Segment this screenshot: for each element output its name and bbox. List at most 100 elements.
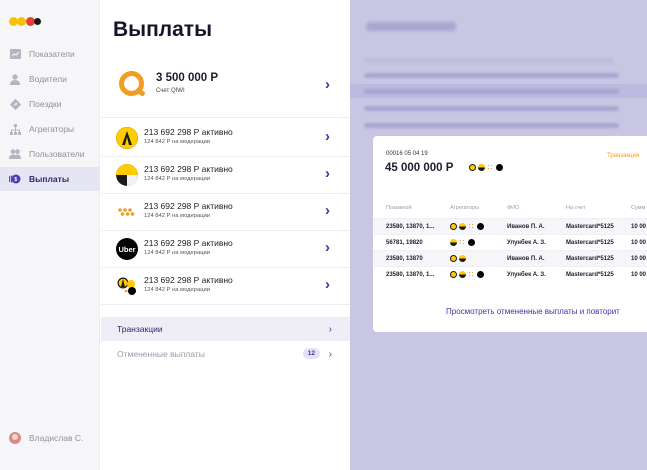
avatar xyxy=(9,432,21,444)
aggregator-amount: 213 692 298 Р активно xyxy=(144,275,233,285)
chevron-right-icon: › xyxy=(325,202,330,219)
payout-detail-card: 00016 05 04 19 45 000 000 Р Транзакция П… xyxy=(373,136,647,332)
uber-mini-icon xyxy=(468,239,475,246)
view-cancelled-payouts-link[interactable]: Просмотреть отмененные выплаты и повтори… xyxy=(446,307,620,316)
yandex-mini-icon xyxy=(450,255,457,262)
cell-aggregators xyxy=(450,239,477,246)
uber-mini-icon xyxy=(477,271,484,278)
transactions-section[interactable]: Транзакции › xyxy=(101,317,350,341)
sidebar-item-users[interactable]: Пользователи xyxy=(0,142,100,166)
cell-aggregators xyxy=(450,255,468,262)
chevron-right-icon: › xyxy=(328,348,332,360)
citymobil-logo-icon xyxy=(116,164,138,186)
cell-callsign: 23580, 13870 xyxy=(386,256,423,262)
blurred-row xyxy=(364,106,619,111)
aggregator-moderation: 124 842 Р на модерации xyxy=(144,287,211,293)
sidebar-item-label: Агрегаторы xyxy=(29,124,75,134)
blurred-row xyxy=(364,73,619,78)
cell-callsign: 23580, 13870, 1... xyxy=(386,272,435,278)
citymobil-mini-icon xyxy=(450,239,457,246)
divider xyxy=(101,304,350,305)
cell-account: Mastercard*5125 xyxy=(566,240,614,246)
cell-sum: 10 00 xyxy=(631,224,647,230)
column-header: Позывной xyxy=(386,205,412,211)
yandex-mini-icon xyxy=(469,164,476,171)
column-header: Сумм xyxy=(631,205,646,211)
aggregator-moderation: 124 842 Р на модерации xyxy=(144,213,211,219)
cell-name: Улунбек А. З. xyxy=(507,272,546,278)
uber-logo-icon: Uber xyxy=(116,238,138,260)
cancelled-payouts-label: Отмененные выплаты xyxy=(117,349,205,359)
didi-mini-icon xyxy=(468,271,475,278)
citymobil-mini-icon xyxy=(459,255,466,262)
chevron-right-icon: › xyxy=(325,165,330,182)
aggregator-amount: 213 692 298 Р активно xyxy=(144,238,233,248)
cell-name: Иванов П. А. xyxy=(507,224,545,230)
cell-name: Улунбек А. З. xyxy=(507,240,546,246)
table-row[interactable]: 23580, 13870, 1... Улунбек А. З. Masterc… xyxy=(373,266,647,282)
users-icon xyxy=(9,148,21,160)
citymobil-mini-icon xyxy=(478,164,485,171)
didi-mini-icon xyxy=(487,164,494,171)
cell-sum: 10 00 xyxy=(631,240,647,246)
multi-aggregator-logo-icon xyxy=(116,275,138,297)
aggregator-row-didi[interactable]: 213 692 298 Р активно 124 842 Р на модер… xyxy=(101,193,350,230)
transactions-label: Транзакции xyxy=(117,324,163,334)
aggregator-row-uber[interactable]: Uber 213 692 298 Р активно 124 842 Р на … xyxy=(101,230,350,267)
cell-name: Иванов П. А. xyxy=(507,256,545,262)
user-name: Владислав С. xyxy=(29,433,84,443)
sidebar-item-payouts[interactable]: $ Выплаты xyxy=(0,167,100,191)
didi-mini-icon xyxy=(468,223,475,230)
aggregator-amount: 213 692 298 Р активно xyxy=(144,164,233,174)
yandex-mini-icon xyxy=(450,271,457,278)
aggregator-row-yandex[interactable]: 213 692 298 Р активно 124 842 Р на модер… xyxy=(101,119,350,156)
chart-icon xyxy=(9,48,21,60)
qiwi-account-label: Счет QIWI xyxy=(156,88,185,94)
cancelled-payouts-section[interactable]: Отмененные выплаты 12 › xyxy=(101,342,350,366)
sidebar-item-label: Выплаты xyxy=(29,174,70,184)
column-header: На счет xyxy=(566,205,586,211)
didi-mini-icon xyxy=(459,239,466,246)
sidebar-item-label: Показатели xyxy=(29,49,75,59)
cancelled-count-badge: 12 xyxy=(302,348,320,359)
table-row[interactable]: 23580, 13870, 1... Иванов П. А. Masterca… xyxy=(373,218,647,234)
payout-amount: 45 000 000 Р xyxy=(385,162,454,174)
citymobil-mini-icon xyxy=(459,271,466,278)
svg-text:$: $ xyxy=(14,177,17,183)
page-title: Выплаты xyxy=(113,18,213,41)
sidebar-item-label: Пользователи xyxy=(29,149,85,159)
aggregator-moderation: 124 842 Р на модерации xyxy=(144,250,211,256)
table-row[interactable]: 56781, 19820 Улунбек А. З. Mastercard*51… xyxy=(373,234,647,250)
cell-account: Mastercard*5125 xyxy=(566,272,614,278)
cell-callsign: 23580, 13870, 1... xyxy=(386,224,435,230)
aggregator-row-citymobil[interactable]: 213 692 298 Р активно 124 842 Р на модер… xyxy=(101,156,350,193)
brand-logo xyxy=(9,15,45,27)
citymobil-mini-icon xyxy=(459,223,466,230)
sidebar: Показатели Водители Поездки Агрегаторы П… xyxy=(0,0,100,470)
current-user[interactable]: Владислав С. xyxy=(9,432,83,444)
cell-aggregators xyxy=(450,271,486,278)
payout-aggregator-icons xyxy=(469,164,505,171)
blurred-row xyxy=(364,123,619,128)
aggregator-row-multi[interactable]: 213 692 298 Р активно 124 842 Р на модер… xyxy=(101,267,350,304)
chevron-right-icon: › xyxy=(325,239,330,256)
didi-logo-icon xyxy=(116,201,138,223)
column-header: ФИО xyxy=(507,205,520,211)
table-row[interactable]: 23580, 13870 Иванов П. А. Mastercard*512… xyxy=(373,250,647,266)
transaction-link[interactable]: Транзакция xyxy=(607,153,639,159)
uber-mini-icon xyxy=(496,164,503,171)
uber-mini-icon xyxy=(477,223,484,230)
hierarchy-icon xyxy=(9,123,21,135)
sidebar-item-aggregators[interactable]: Агрегаторы xyxy=(0,117,100,141)
yandex-taxi-logo-icon xyxy=(116,127,138,149)
qiwi-account-row[interactable]: 3 500 000 Р Счет QIWI › xyxy=(101,62,350,108)
sidebar-item-indicators[interactable]: Показатели xyxy=(0,42,100,66)
blurred-title xyxy=(366,22,456,31)
divider xyxy=(101,117,350,118)
aggregator-moderation: 124 842 Р на модерации xyxy=(144,176,211,182)
sidebar-item-trips[interactable]: Поездки xyxy=(0,92,100,116)
chevron-right-icon: › xyxy=(325,128,330,145)
payouts-panel: Выплаты 3 500 000 Р Счет QIWI › 213 692 … xyxy=(101,0,350,470)
sidebar-item-drivers[interactable]: Водители xyxy=(0,67,100,91)
cell-sum: 10 00 xyxy=(631,272,647,278)
